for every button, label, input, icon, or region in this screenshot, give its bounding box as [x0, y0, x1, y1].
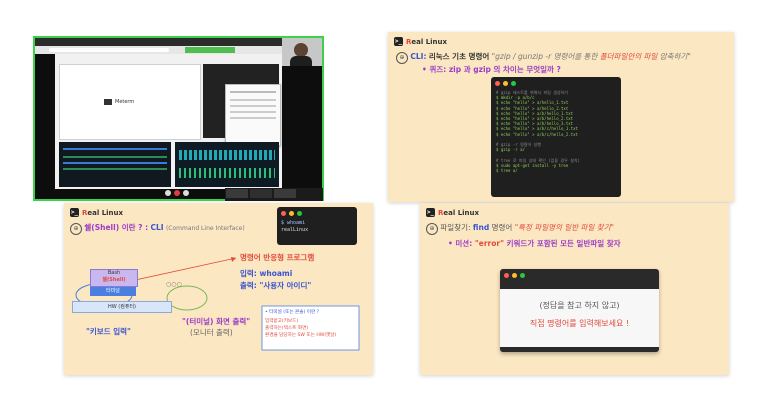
terminal-pane-bottom-left [59, 142, 171, 187]
video-call-window: Meterm [33, 36, 324, 201]
app-window-white: Meterm [59, 64, 201, 140]
mission-text: • 미션: "error" 키워드가 포함된 모든 일반파일 찾자 [448, 239, 621, 248]
shell-icon: ⊕ [396, 52, 408, 64]
terminal-line: $ tree a/ [496, 168, 518, 174]
terminal-logo-icon: >_ [426, 208, 435, 217]
camera-button[interactable] [183, 190, 189, 196]
terminal-layer: 터미널 [90, 287, 136, 296]
app-name: Meterm [115, 99, 135, 105]
popup-dialog [225, 84, 281, 146]
monitor-output-label: (모니터 출력) [190, 328, 233, 337]
browser-tab-strip [35, 38, 322, 46]
slide-heading: ⊕ 파일찾기: find 명령어 "특정 파일명의 일반 파일 찾기" [426, 222, 614, 235]
end-call-button[interactable] [174, 190, 180, 196]
browser-toolbar [35, 46, 322, 54]
brand-label: >_ Real Linux [394, 37, 448, 46]
answer-terminal: (정답을 참고 하지 않고) 직접 명령어를 입력해보세요 ! [500, 269, 659, 352]
shell-icon: ⊕ [426, 223, 438, 235]
meeting-indicator [185, 47, 235, 53]
slide-find: >_ Real Linux ⊕ 파일찾기: find 명령어 "특정 파일명의 … [420, 203, 729, 375]
window-controls [500, 269, 659, 282]
hint-overlay: (정답을 참고 하지 않고) 직접 명령어를 입력해보세요 ! [500, 289, 659, 347]
ellipsis-dots: ○○○ [166, 281, 182, 288]
slide-heading: ⊕ CLI: 리눅스 기초 명령어 "gzip / gunzip -r 명령어를… [396, 51, 691, 64]
screen-output-label: "(터미널) 화면 출력" [182, 317, 251, 326]
slide-shell: >_ Real Linux ⊕ 쉘(Shell) 이란 ? : CLI (Com… [64, 203, 373, 375]
hint-line-2: 직접 명령어를 입력해보세요 ! [529, 319, 630, 328]
person-avatar [294, 43, 308, 57]
brand-label: >_ Real Linux [426, 208, 480, 217]
hw-layer: HW (컴퓨터) [72, 301, 172, 313]
terminal-window: # gzip 테스트를 위해서 파일 생성하기 $ mkdir -p a/b/c $… [491, 77, 621, 197]
shared-desktop: Meterm [55, 54, 282, 189]
mic-button[interactable] [165, 190, 171, 196]
webcam-thumbnail [282, 38, 322, 66]
terminal-logo-icon: >_ [394, 37, 403, 46]
hint-line-1: (정답을 참고 하지 않고) [539, 301, 620, 310]
quiz-text: • 퀴즈: zip 과 gzip 의 차이는 무엇일까 ? [422, 65, 561, 74]
call-controls [165, 190, 189, 196]
taskbar-thumbnails [225, 188, 323, 201]
terminal-definition-box: • 터미널 (또는 콘솔) 이란 ? 입력받고(키보드) 출력하는(텍스트 화면… [265, 310, 337, 338]
screen-ellipse [166, 285, 208, 311]
terminal-pane-bottom-right [175, 142, 279, 187]
keyboard-input-label: "키보드 입력" [86, 327, 131, 336]
bash-layer: Bash 쉘(Shell) [90, 269, 138, 287]
terminal-output: # gzip 테스트를 위해서 파일 생성하기 $ mkdir -p a/b/c $… [491, 90, 621, 173]
arrow-head [231, 257, 236, 262]
arrow-line [125, 257, 237, 283]
terminal-app-icon [104, 99, 112, 105]
window-controls [491, 77, 621, 90]
app-logo: Meterm [104, 99, 134, 105]
slide-cli-gzip: >_ Real Linux ⊕ CLI: 리눅스 기초 명령어 "gzip / … [388, 32, 734, 202]
address-bar[interactable] [49, 48, 169, 52]
